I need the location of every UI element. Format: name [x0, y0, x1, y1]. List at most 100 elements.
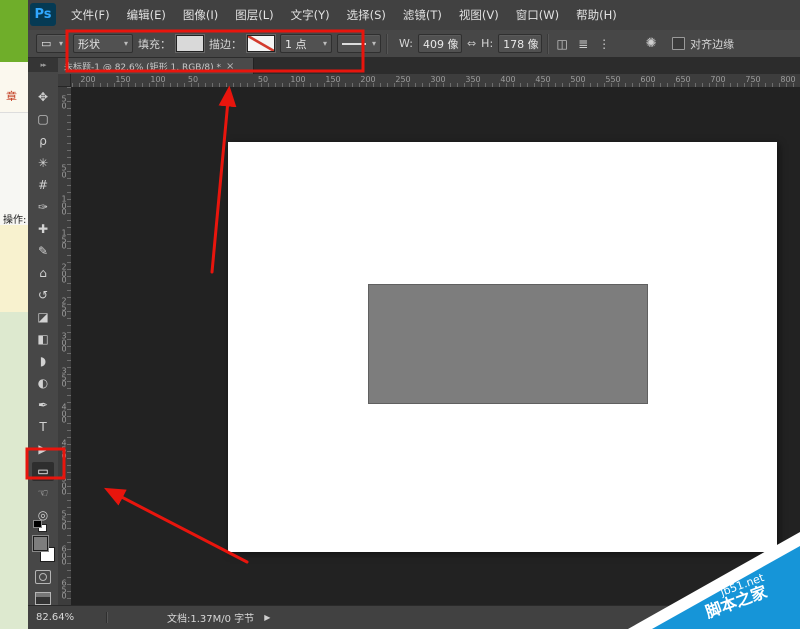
chevron-down-icon: ▾	[372, 39, 376, 48]
ruler-label: 50	[188, 75, 198, 84]
horizontal-ruler: 2001501005050100150200250300350400450500…	[58, 74, 800, 88]
ruler-label: 4 0 0	[58, 404, 70, 424]
ruler-label: 400	[500, 75, 515, 84]
ruler-label: 200	[80, 75, 95, 84]
vertical-ruler: 5 05 01 0 01 5 02 0 02 5 03 0 03 5 04 0 …	[58, 87, 72, 605]
width-value-field[interactable]: 409 像	[418, 34, 462, 53]
background-text-fragment: 章	[6, 88, 17, 104]
menu-item[interactable]: 图像(I)	[180, 5, 221, 25]
document-canvas[interactable]	[228, 142, 777, 552]
menu-item[interactable]: 窗口(W)	[513, 5, 562, 25]
menu-item[interactable]: 图层(L)	[232, 5, 276, 25]
ruler-label: 3 5 0	[58, 368, 70, 388]
ruler-label: 5 0	[58, 97, 70, 110]
toolbar-collapse-icon[interactable]: ▸▸	[28, 58, 58, 72]
fill-color-swatch[interactable]	[176, 35, 204, 52]
rectangular-marquee-tool[interactable]: ▢	[32, 110, 54, 129]
path-arrange-icon[interactable]: ⋮	[596, 37, 612, 51]
brush-tool[interactable]: ✎	[32, 242, 54, 261]
path-selection-tool[interactable]: ▶	[32, 440, 54, 459]
zoom-level[interactable]: 82.64%	[36, 612, 107, 623]
ruler-label: 350	[465, 75, 480, 84]
stroke-width-select[interactable]: 1 点 ▾	[280, 34, 332, 53]
separator	[547, 34, 549, 54]
foreground-color-swatch[interactable]	[33, 536, 48, 551]
pen-tool[interactable]: ✒	[32, 396, 54, 415]
menu-item[interactable]: 滤镜(T)	[400, 5, 445, 25]
menu-item[interactable]: 编辑(E)	[124, 5, 169, 25]
ruler-label: 700	[710, 75, 725, 84]
crop-tool[interactable]: #	[32, 176, 54, 195]
blur-tool[interactable]: ◗	[32, 352, 54, 371]
tab-bar: 未标题-1 @ 82.6% (矩形 1, RGB/8) * ×	[58, 58, 800, 74]
ps-logo[interactable]: Ps	[30, 3, 56, 26]
menu-item[interactable]: 选择(S)	[344, 5, 389, 25]
quick-mask-button[interactable]	[35, 570, 51, 584]
clone-stamp-tool[interactable]: ⌂	[32, 264, 54, 283]
toolbar: ▸▸ ✥ ▢ ρ ✳ # ✑ ✚ ✎ ⌂ ↺ ◪ ◧ ◗ ◐ ✒ T ▶ ▭ ☜ ◎	[28, 58, 59, 605]
ruler-label: 100	[150, 75, 165, 84]
background-panel: 操作:	[0, 112, 28, 226]
menu-item[interactable]: 视图(V)	[456, 5, 502, 25]
background-green-bar	[0, 0, 28, 62]
ruler-label: 800	[780, 75, 795, 84]
ruler-label: 100	[290, 75, 305, 84]
menubar: Ps 文件(F) 编辑(E) 图像(I) 图层(L) 文字(Y) 选择(S) 滤镜(T) 视图…	[28, 0, 800, 31]
color-swatches[interactable]	[32, 536, 56, 562]
menubar-items: 文件(F) 编辑(E) 图像(I) 图层(L) 文字(Y) 选择(S) 滤镜(T) 视图(V)…	[68, 0, 620, 30]
stroke-style-select[interactable]: ▾	[337, 34, 381, 53]
link-dimensions-icon[interactable]: ⇔	[467, 37, 476, 50]
zoom-tool[interactable]: ◎	[32, 506, 54, 525]
lasso-tool[interactable]: ρ	[32, 132, 54, 151]
menu-item[interactable]: 文件(F)	[68, 5, 113, 25]
document-tab[interactable]: 未标题-1 @ 82.6% (矩形 1, RGB/8) * ×	[58, 58, 254, 74]
tool-preset-button[interactable]: ▭ ▾	[36, 34, 68, 53]
healing-brush-tool[interactable]: ✚	[32, 220, 54, 239]
ruler-label: 5 5 0	[58, 511, 70, 531]
ruler-label: 1 5 0	[58, 230, 70, 250]
document-info: 文档:1.37M/0 字节	[167, 610, 254, 625]
ruler-label: 50	[258, 75, 268, 84]
ruler-label: 650	[675, 75, 690, 84]
stroke-width-value: 1 点	[285, 36, 307, 52]
align-edges-checkbox[interactable]	[672, 37, 685, 50]
ruler-label: 4 5 0	[58, 440, 70, 460]
stroke-color-swatch[interactable]	[247, 35, 275, 52]
canvas-area[interactable]	[71, 87, 800, 605]
background-text-fragment: 操作:	[3, 211, 28, 226]
dodge-tool[interactable]: ◐	[32, 374, 54, 393]
move-tool[interactable]: ✥	[32, 88, 54, 107]
gradient-tool[interactable]: ◧	[32, 330, 54, 349]
path-alignment-icon[interactable]: ≣	[575, 37, 591, 51]
stroke-label: 描边：	[209, 36, 242, 52]
status-expand-icon[interactable]: ▶	[264, 613, 270, 622]
eraser-tool[interactable]: ◪	[32, 308, 54, 327]
quick-selection-tool[interactable]: ✳	[32, 154, 54, 173]
rectangle-tool[interactable]: ▭	[32, 462, 54, 481]
ruler-label: 6 5 0	[58, 580, 70, 600]
ruler-label: 150	[115, 75, 130, 84]
type-tool[interactable]: T	[32, 418, 54, 437]
height-value-field[interactable]: 178 像	[498, 34, 542, 53]
ruler-label: 250	[395, 75, 410, 84]
document-tab-title: 未标题-1 @ 82.6% (矩形 1, RGB/8) *	[64, 60, 221, 73]
close-icon[interactable]: ×	[226, 61, 234, 72]
ruler-label: 450	[535, 75, 550, 84]
gear-icon[interactable]: ✺	[643, 36, 659, 51]
options-bar: ▭ ▾ 形状 ▾ 填充： 描边： 1 点 ▾ ▾ W: 409 像 ⇔ H	[28, 30, 800, 58]
path-operations-icon[interactable]: ◫	[554, 37, 570, 51]
history-brush-tool[interactable]: ↺	[32, 286, 54, 305]
menu-item[interactable]: 帮助(H)	[573, 5, 620, 25]
fill-label: 填充：	[138, 36, 171, 52]
status-bar: 82.64% 文档:1.37M/0 字节 ▶	[28, 605, 800, 629]
ruler-label: 5 0	[58, 166, 70, 179]
tool-mode-select[interactable]: 形状 ▾	[73, 34, 133, 53]
background-panel: 章	[0, 62, 28, 112]
menu-item[interactable]: 文字(Y)	[288, 5, 333, 25]
ruler-label: 600	[640, 75, 655, 84]
screen-mode-button[interactable]	[35, 592, 51, 605]
hand-tool[interactable]: ☜	[32, 484, 54, 503]
chevron-down-icon: ▾	[323, 39, 327, 48]
drawn-rectangle-shape[interactable]	[368, 284, 648, 404]
eyedropper-tool[interactable]: ✑	[32, 198, 54, 217]
